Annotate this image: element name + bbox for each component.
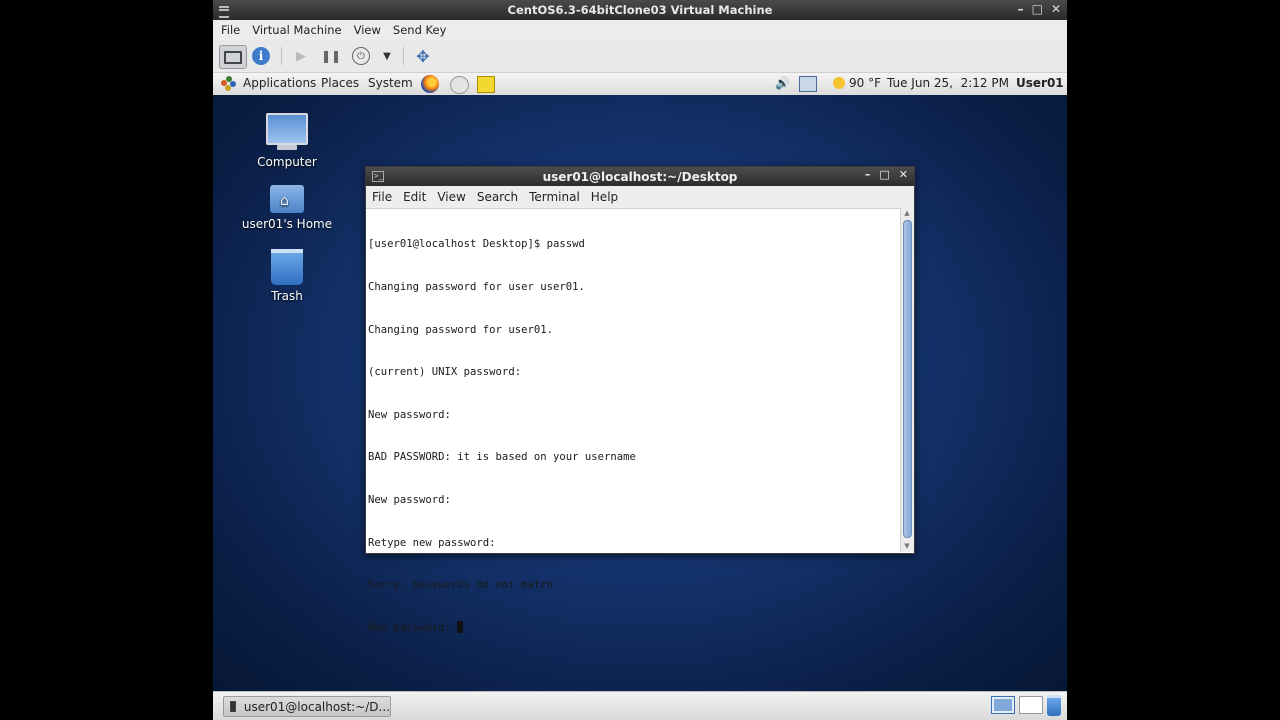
terminal-output[interactable]: [user01@localhost Desktop]$ passwd Chang… [366,208,900,633]
workspace-1-switcher[interactable] [991,696,1015,714]
terminal-title: user01@localhost:~/Desktop [542,169,738,184]
terminal-close-button[interactable]: ✕ [899,168,908,181]
firefox-icon[interactable] [421,75,439,93]
text-cursor [457,620,464,633]
terminal-menu-search[interactable]: Search [477,190,518,204]
toolbar-divider [281,47,282,65]
desktop-icon-home[interactable]: ⌂ user01's Home [239,185,335,231]
gnome-top-panel: Applications Places System 🔊 90 °F Tue J… [213,73,1067,96]
terminal-scrollbar[interactable]: ▲ ▼ [900,208,914,552]
minimize-button[interactable]: – [1018,2,1024,16]
vm-menu-file[interactable]: File [221,23,240,37]
fit-window-icon[interactable]: ✥ [412,45,434,67]
desktop-icon-trash[interactable]: Trash [239,249,335,303]
power-icon[interactable]: ⏻ [350,45,372,67]
terminal-icon[interactable]: >_ [372,171,384,182]
scroll-up-icon[interactable]: ▲ [903,210,911,217]
terminal-line: BAD PASSWORD: it is based on your userna… [368,451,636,464]
maximize-button[interactable]: □ [1032,2,1043,16]
terminal-menu-file[interactable]: File [372,190,392,204]
gnome-bottom-panel: user01@localhost:~/D... [213,691,1067,720]
toolbar-divider [403,47,404,65]
desktop-icon-label: user01's Home [241,217,333,231]
display-toggle-icon[interactable] [219,45,247,69]
desktop-icon-label: Trash [271,289,303,303]
terminal-line: (current) UNIX password: [368,366,522,379]
terminal-maximize-button[interactable]: □ [879,168,889,181]
home-folder-icon: ⌂ [270,185,304,213]
vm-title: CentOS6.3-64bitClone03 Virtual Machine [507,3,773,17]
trash-icon [271,249,303,285]
terminal-prompt-line[interactable]: New password: [368,620,900,635]
chevron-down-icon[interactable]: ▼ [376,45,398,67]
terminal-window[interactable]: >_ user01@localhost:~/Desktop – □ ✕ File… [365,166,915,634]
note-icon[interactable] [477,76,495,93]
terminal-titlebar[interactable]: >_ user01@localhost:~/Desktop – □ ✕ [366,167,914,186]
user-menu[interactable]: User01 [1016,76,1064,90]
desktop-icon-computer[interactable]: Computer [239,113,335,169]
trash-icon[interactable] [1047,695,1061,716]
terminal-line: [user01@localhost Desktop]$ passwd [368,238,585,251]
play-icon[interactable]: ▶ [290,45,312,67]
info-icon[interactable]: i [250,45,272,67]
terminal-line: New password: [368,408,451,421]
close-button[interactable]: ✕ [1051,2,1061,16]
gnome-foot-icon [221,76,236,91]
terminal-icon [230,701,236,712]
vm-menu-view[interactable]: View [354,23,381,37]
terminal-prompt: New password: [368,621,458,634]
terminal-line: Sorry, passwords do not match. [368,579,560,592]
terminal-menu-view[interactable]: View [437,190,465,204]
taskbar-label: user01@localhost:~/D... [243,699,390,714]
terminal-menu-edit[interactable]: Edit [403,190,426,204]
workspace-2-switcher[interactable] [1019,696,1043,714]
window-menu-icon[interactable] [219,6,229,18]
scroll-down-icon[interactable]: ▼ [903,543,911,550]
weather-icon[interactable] [833,77,845,89]
scrollbar-thumb[interactable] [903,220,912,538]
vm-window: CentOS6.3-64bitClone03 Virtual Machine –… [213,0,1067,720]
vm-toolbar: i ▶ ❚❚ ⏻ ▼ ✥ [213,40,1067,73]
computer-icon [266,113,308,150]
volume-icon[interactable]: 🔊 [775,76,790,90]
terminal-line: Changing password for user01. [368,323,553,336]
system-menu[interactable]: System [368,76,413,90]
pause-icon[interactable]: ❚❚ [320,45,342,67]
vm-titlebar[interactable]: CentOS6.3-64bitClone03 Virtual Machine –… [213,0,1067,20]
terminal-line: Changing password for user user01. [368,281,585,293]
terminal-menu-terminal[interactable]: Terminal [529,190,580,204]
clock[interactable]: Tue Jun 25, 2:12 PM [887,76,1009,90]
vm-menu-send-key[interactable]: Send Key [393,23,446,37]
terminal-menubar: File Edit View Search Terminal Help [366,186,914,209]
terminal-menu-help[interactable]: Help [591,190,618,204]
mail-icon[interactable] [450,76,469,94]
taskbar-terminal-button[interactable]: user01@localhost:~/D... [223,696,391,717]
weather-temp[interactable]: 90 °F [849,76,881,90]
places-menu[interactable]: Places [321,76,359,90]
vm-menu-virtual-machine[interactable]: Virtual Machine [252,23,341,37]
terminal-line: Retype new password: [368,536,496,549]
terminal-line: New password: [368,493,451,506]
terminal-minimize-button[interactable]: – [865,168,871,181]
applications-menu[interactable]: Applications [243,76,316,90]
desktop-icon-label: Computer [257,155,317,169]
network-icon[interactable] [799,76,817,92]
vm-menubar: File Virtual Machine View Send Key [213,20,1067,40]
desktop[interactable]: Computer ⌂ user01's Home Trash >_ user01… [213,95,1067,691]
